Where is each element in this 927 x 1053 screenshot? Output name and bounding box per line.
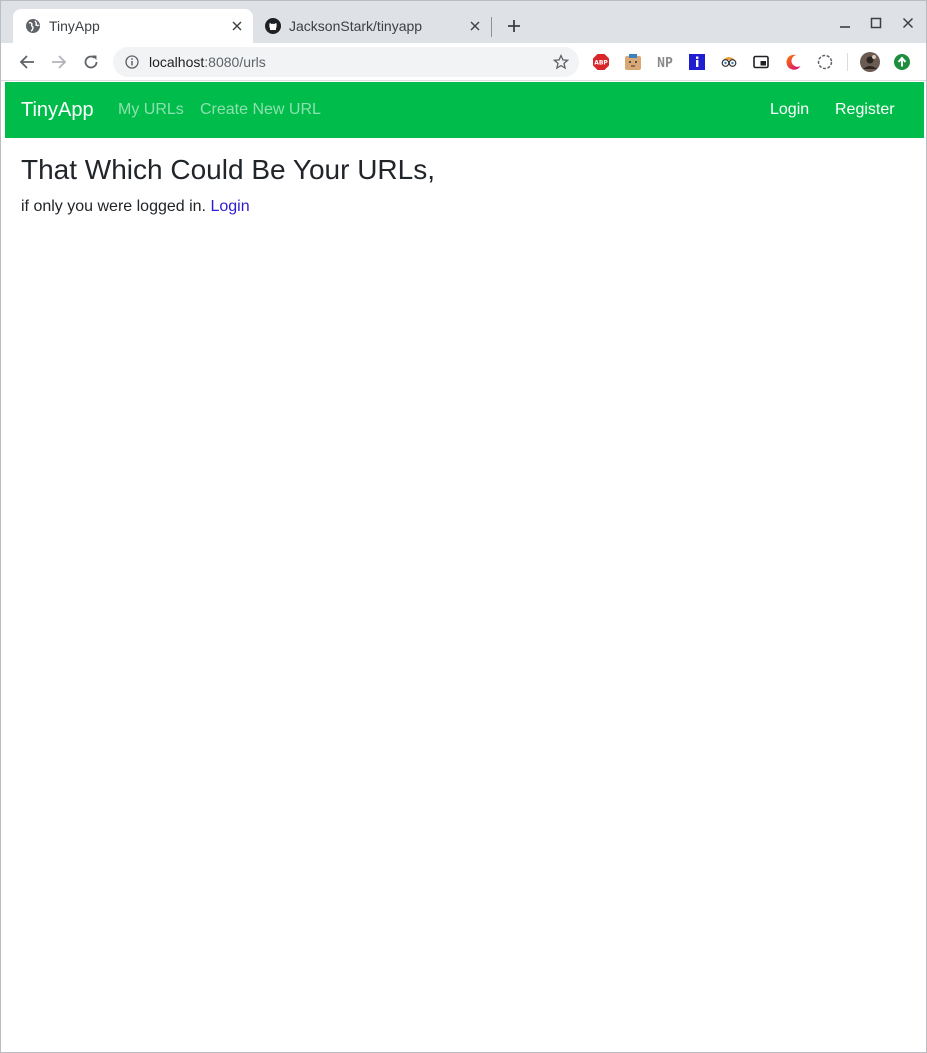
globe-icon xyxy=(25,18,41,34)
github-icon xyxy=(265,18,281,34)
np-label: NP xyxy=(657,56,673,71)
nav-link-login[interactable]: Login xyxy=(770,82,809,138)
moon-icon[interactable] xyxy=(784,53,802,71)
url-host: localhost xyxy=(149,54,205,70)
maximize-icon[interactable] xyxy=(864,11,888,35)
main-content: That Which Could Be Your URLs, if only y… xyxy=(21,151,435,218)
abp-label: ABP xyxy=(594,60,608,67)
url-path: :8080/urls xyxy=(204,54,266,70)
sync-icon[interactable] xyxy=(816,53,834,71)
tab-title: TinyApp xyxy=(49,18,100,34)
nav-link-my-urls[interactable]: My URLs xyxy=(118,82,184,138)
abp-icon[interactable]: ABP xyxy=(592,53,610,71)
back-arrow-icon[interactable] xyxy=(15,50,39,74)
browser-window: TinyApp JacksonStark/tinyapp localhost:8… xyxy=(0,0,927,1053)
pip-icon[interactable] xyxy=(752,53,770,71)
login-link[interactable]: Login xyxy=(210,198,249,215)
tab-strip: TinyApp JacksonStark/tinyapp xyxy=(1,1,926,43)
brand-link[interactable]: TinyApp xyxy=(21,82,94,138)
bookmark-star-icon[interactable] xyxy=(551,52,571,72)
info-icon[interactable] xyxy=(688,53,706,71)
login-prompt-text: if only you were logged in. xyxy=(21,198,206,215)
profile-avatar[interactable] xyxy=(860,52,880,72)
close-tab-icon[interactable] xyxy=(465,16,485,36)
glasses-icon[interactable] xyxy=(720,53,738,71)
tab-tinyapp[interactable]: TinyApp xyxy=(13,9,253,43)
np-icon[interactable]: NP xyxy=(656,53,674,71)
tab-github[interactable]: JacksonStark/tinyapp xyxy=(253,9,491,43)
url-text: localhost:8080/urls xyxy=(149,54,551,70)
tab-title: JacksonStark/tinyapp xyxy=(289,18,423,34)
forward-arrow-icon[interactable] xyxy=(47,50,71,74)
reload-icon[interactable] xyxy=(79,50,103,74)
close-tab-icon[interactable] xyxy=(227,16,247,36)
nav-link-register[interactable]: Register xyxy=(835,82,895,138)
toolbar-divider xyxy=(847,53,848,71)
close-window-icon[interactable] xyxy=(896,11,920,35)
address-bar[interactable]: localhost:8080/urls xyxy=(113,47,579,77)
cookie-icon[interactable] xyxy=(624,53,642,71)
site-info-icon[interactable] xyxy=(123,53,141,71)
page-heading: That Which Could Be Your URLs, xyxy=(21,154,435,185)
browser-toolbar: localhost:8080/urls ABP NP xyxy=(1,43,926,81)
minimize-icon[interactable] xyxy=(833,11,857,35)
tab-divider xyxy=(491,17,492,37)
update-icon[interactable] xyxy=(893,53,911,71)
new-tab-icon[interactable] xyxy=(503,15,525,37)
login-prompt: if only you were logged in. Login xyxy=(21,196,435,218)
nav-link-create-new-url[interactable]: Create New URL xyxy=(200,82,321,138)
app-navbar: TinyApp My URLs Create New URL Login Reg… xyxy=(5,82,924,138)
